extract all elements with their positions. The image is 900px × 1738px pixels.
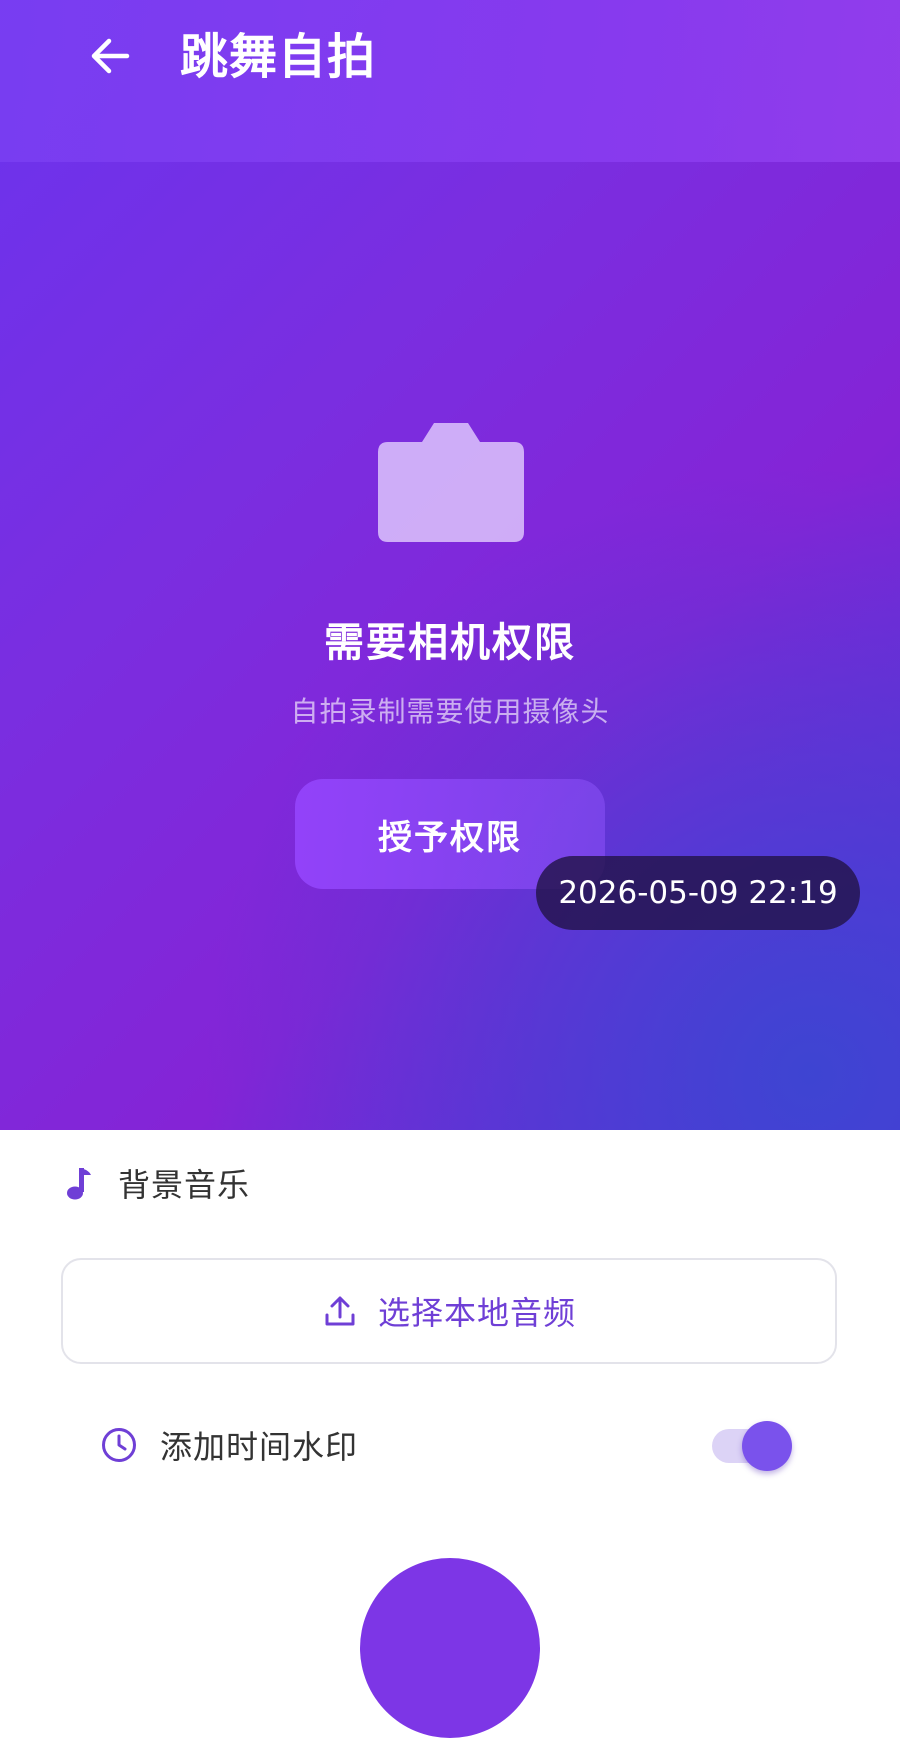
time-watermark-label: 添加时间水印	[160, 1428, 359, 1466]
settings-panel: 背景音乐 选择本地音频 添加时间水印	[0, 1130, 900, 1738]
background-music-label: 背景音乐	[118, 1166, 251, 1204]
grant-permission-label: 授予权限	[378, 817, 522, 858]
upload-icon	[325, 1296, 355, 1326]
camera-preview-area: 跳舞自拍 需要相机权限 自拍录制需要使用摄像头 授予权限 2026-05-09 …	[0, 0, 900, 1130]
clock-icon	[102, 1428, 136, 1462]
camera-icon	[378, 423, 524, 542]
page-title: 跳舞自拍	[180, 29, 377, 85]
select-local-audio-button[interactable]: 选择本地音频	[61, 1258, 837, 1364]
permission-description: 自拍录制需要使用摄像头	[290, 695, 610, 728]
music-note-icon	[67, 1168, 91, 1200]
background-music-header: 背景音乐	[64, 1160, 250, 1206]
back-button[interactable]	[84, 30, 136, 82]
timestamp-badge: 2026-05-09 22:19	[536, 856, 860, 930]
record-button[interactable]	[360, 1558, 540, 1738]
time-watermark-row: 添加时间水印	[100, 1415, 800, 1475]
toggle-thumb	[742, 1421, 792, 1471]
time-watermark-toggle[interactable]	[710, 1415, 798, 1473]
select-local-audio-label: 选择本地音频	[377, 1294, 576, 1332]
permission-title: 需要相机权限	[324, 620, 576, 666]
arrow-left-icon	[91, 38, 130, 74]
